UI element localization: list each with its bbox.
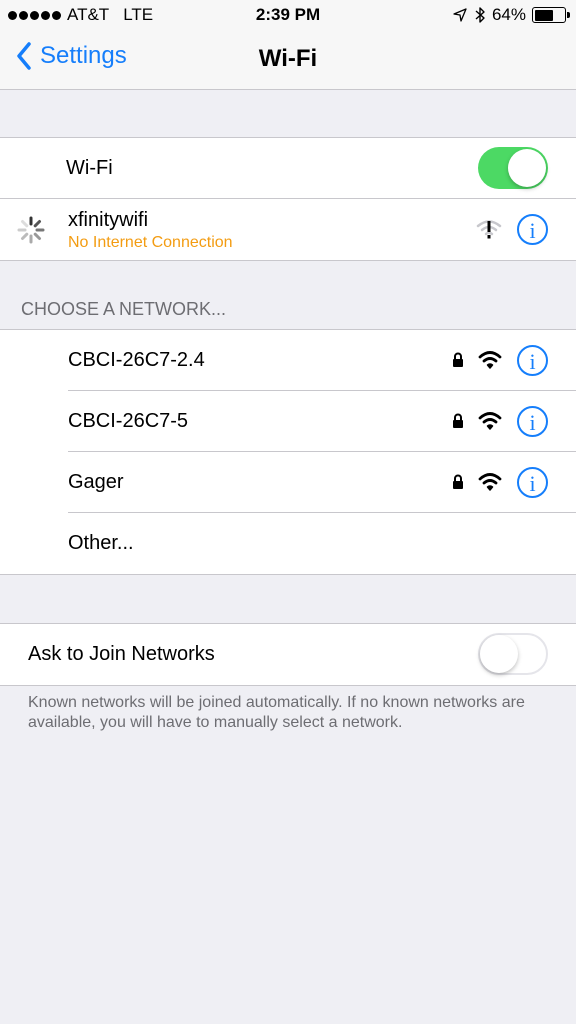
ask-to-join-group: Ask to Join Networks xyxy=(0,623,576,686)
wifi-label: Wi-Fi xyxy=(66,157,113,179)
connected-network-row[interactable]: xfinitywifi No Internet Connection i xyxy=(0,199,576,260)
ask-to-join-row: Ask to Join Networks xyxy=(0,624,576,685)
lock-icon xyxy=(453,352,463,367)
connection-status: No Internet Connection xyxy=(68,234,233,251)
bluetooth-icon xyxy=(475,7,485,23)
info-button[interactable]: i xyxy=(517,214,548,245)
info-icon: i xyxy=(529,410,536,435)
choose-network-header: CHOOSE A NETWORK... xyxy=(21,299,227,319)
info-icon: i xyxy=(529,218,536,243)
wifi-toggle[interactable] xyxy=(478,147,548,189)
connected-network-name: xfinitywifi xyxy=(68,209,149,231)
wifi-icon xyxy=(478,412,502,430)
wifi-icon xyxy=(478,473,502,491)
location-arrow-icon xyxy=(453,8,467,22)
wifi-warning-icon xyxy=(476,220,502,239)
page-title: Wi-Fi xyxy=(258,45,318,72)
status-bar: AT&T LTE 2:39 PM 64% xyxy=(0,0,576,30)
info-icon: i xyxy=(529,349,536,374)
network-name: CBCI-26C7-5 xyxy=(68,410,189,432)
wifi-toggle-row: Wi-Fi xyxy=(0,138,576,199)
ask-to-join-toggle[interactable] xyxy=(478,633,548,675)
info-button[interactable]: i xyxy=(517,467,548,498)
network-name: Gager xyxy=(68,471,124,493)
network-row[interactable]: Gager i xyxy=(0,452,576,513)
ask-to-join-label: Ask to Join Networks xyxy=(28,643,215,665)
info-button[interactable]: i xyxy=(517,345,548,376)
lock-icon xyxy=(453,474,463,489)
battery-icon xyxy=(532,7,570,23)
network-row[interactable]: CBCI-26C7-2.4 i xyxy=(0,330,576,391)
network-row[interactable]: CBCI-26C7-5 i xyxy=(0,391,576,452)
ask-to-join-note: Known networks will be joined automatica… xyxy=(28,694,525,731)
lock-icon xyxy=(453,413,463,428)
info-icon: i xyxy=(529,471,536,496)
other-network-label: Other... xyxy=(68,532,134,554)
wifi-group: Wi-Fi xfinitywifi No Internet Connection xyxy=(0,137,576,261)
status-right: 64% xyxy=(452,5,570,25)
navigation-bar: Settings Wi-Fi xyxy=(0,30,576,90)
info-button[interactable]: i xyxy=(517,406,548,437)
spinner-icon xyxy=(17,216,45,244)
wifi-icon xyxy=(478,351,502,369)
other-network-row[interactable]: Other... xyxy=(0,513,576,574)
network-name: CBCI-26C7-2.4 xyxy=(68,349,205,371)
networks-group: CBCI-26C7-2.4 i CBCI-26C7-5 i Gager i Ot… xyxy=(0,329,576,575)
battery-percent: 64% xyxy=(491,5,526,24)
